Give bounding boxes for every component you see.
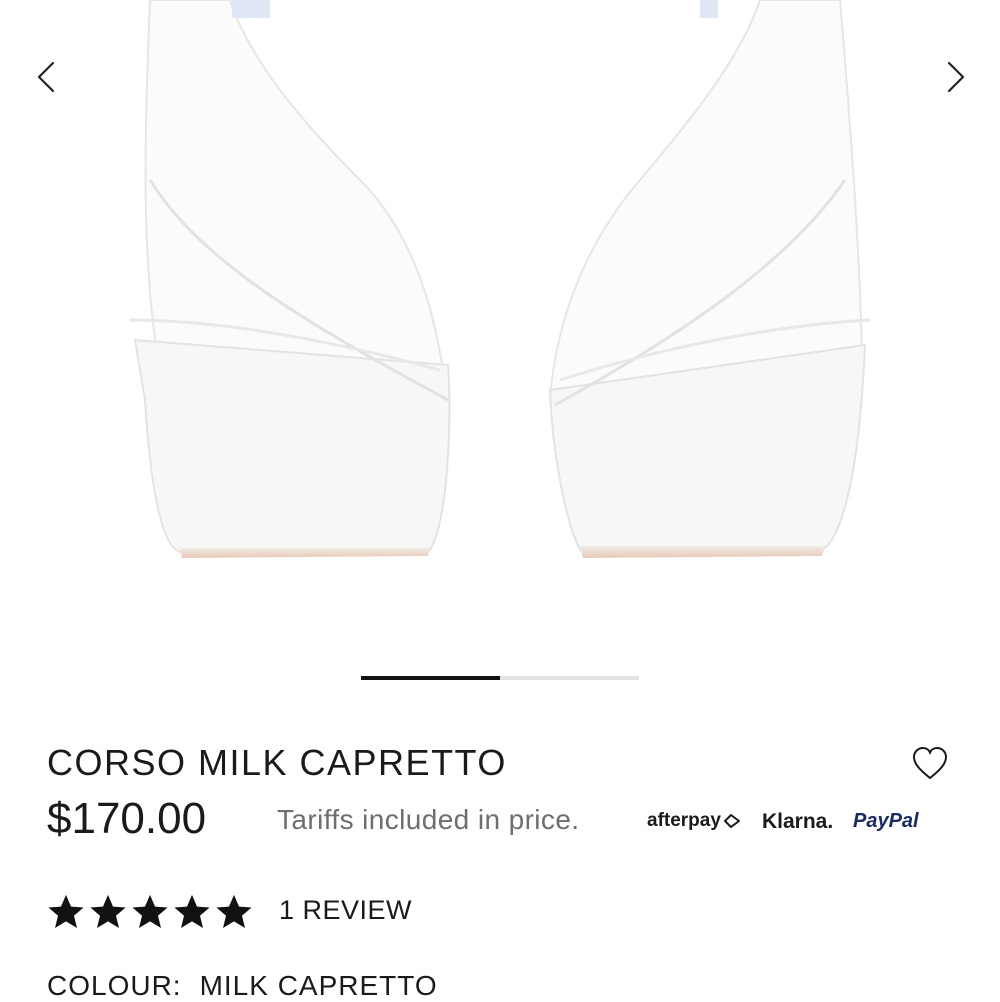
product-gallery — [0, 0, 1000, 700]
paypal-logo: PayPal — [853, 810, 919, 832]
right-sandal-illustration — [548, 0, 871, 558]
chevron-left-icon — [37, 61, 55, 93]
review-count-link[interactable]: 1 REVIEW — [279, 895, 412, 926]
gallery-progress-fill — [361, 676, 500, 680]
star-icon — [90, 894, 126, 928]
afterpay-logo: afterpay — [647, 810, 741, 832]
gallery-progress-bar — [361, 676, 639, 680]
star-icon — [132, 894, 168, 928]
colour-row: COLOUR: MILK CAPRETTO — [47, 970, 438, 1002]
colour-value: MILK CAPRETTO — [199, 970, 438, 1001]
star-icon — [216, 894, 252, 928]
product-image — [129, 0, 871, 558]
product-title: CORSO MILK CAPRETTO — [47, 742, 507, 783]
colour-label: COLOUR: — [47, 970, 182, 1001]
heart-icon — [912, 746, 948, 780]
afterpay-arrows-icon — [723, 813, 740, 828]
left-sandal-illustration — [129, 0, 451, 558]
star-rating[interactable] — [47, 890, 257, 934]
gallery-next-button[interactable] — [930, 50, 980, 104]
wishlist-button[interactable] — [910, 744, 950, 784]
star-icon — [48, 894, 84, 928]
afterpay-label: afterpay — [647, 810, 721, 831]
gallery-prev-button[interactable] — [22, 50, 72, 104]
klarna-logo: Klarna. — [762, 810, 834, 833]
star-icon — [174, 894, 210, 928]
chevron-right-icon — [947, 61, 965, 93]
product-price: $170.00 — [47, 794, 207, 843]
tariff-note: Tariffs included in price. — [277, 804, 580, 835]
